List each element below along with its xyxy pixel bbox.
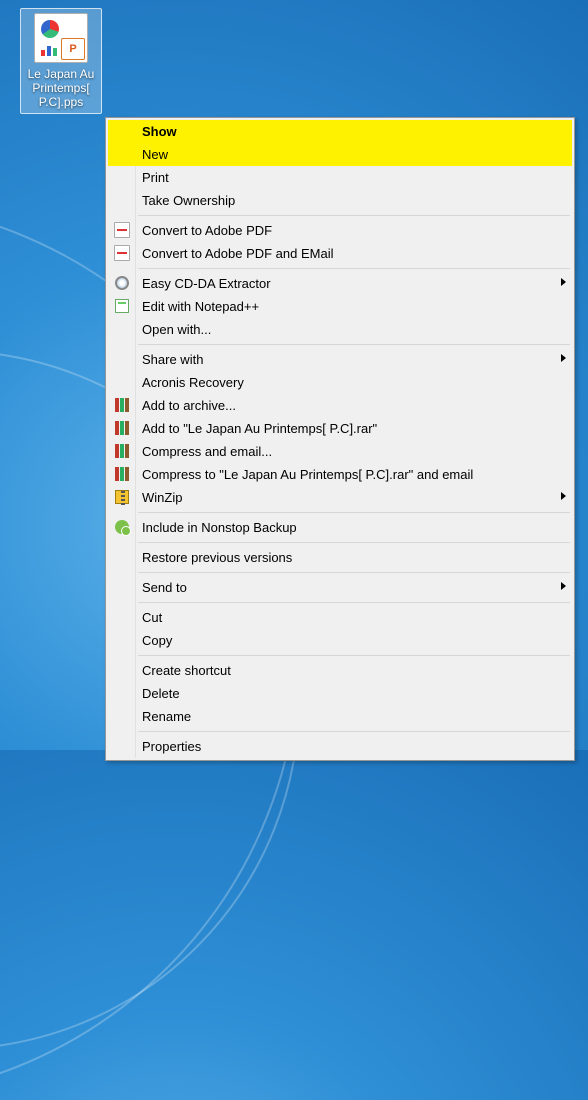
submenu-arrow-icon <box>561 582 566 590</box>
menu-separator <box>138 215 570 216</box>
menu-label: Acronis Recovery <box>142 375 244 390</box>
menu-convert-pdf-email[interactable]: Convert to Adobe PDF and EMail <box>108 242 572 265</box>
menu-label: Include in Nonstop Backup <box>142 520 297 535</box>
menu-share-with[interactable]: Share with <box>108 348 572 371</box>
submenu-arrow-icon <box>561 492 566 500</box>
archive-icon <box>114 443 130 459</box>
menu-send-to[interactable]: Send to <box>108 576 572 599</box>
menu-compress-email[interactable]: Compress and email... <box>108 440 572 463</box>
cd-icon <box>114 275 130 291</box>
menu-new[interactable]: New <box>108 143 572 166</box>
menu-label: Show <box>142 124 177 139</box>
file-thumb: P <box>34 13 88 63</box>
menu-take-ownership[interactable]: Take Ownership <box>108 189 572 212</box>
archive-icon <box>114 466 130 482</box>
pdf-icon <box>114 222 130 238</box>
menu-label: Open with... <box>142 322 211 337</box>
menu-separator <box>138 542 570 543</box>
menu-separator <box>138 655 570 656</box>
menu-label: Print <box>142 170 169 185</box>
menu-restore-prev[interactable]: Restore previous versions <box>108 546 572 569</box>
menu-add-to-rar[interactable]: Add to "Le Japan Au Printemps[ P.C].rar" <box>108 417 572 440</box>
menu-label: Cut <box>142 610 162 625</box>
archive-icon <box>114 420 130 436</box>
menu-label: Convert to Adobe PDF <box>142 223 272 238</box>
notepad-icon <box>114 298 130 314</box>
bars-icon <box>41 42 59 56</box>
menu-separator <box>138 344 570 345</box>
menu-open-with[interactable]: Open with... <box>108 318 572 341</box>
pdf-icon <box>114 245 130 261</box>
menu-label: Properties <box>142 739 201 754</box>
submenu-arrow-icon <box>561 354 566 362</box>
menu-compress-to-rar-email[interactable]: Compress to "Le Japan Au Printemps[ P.C]… <box>108 463 572 486</box>
menu-convert-pdf[interactable]: Convert to Adobe PDF <box>108 219 572 242</box>
context-menu: Show New Print Take Ownership Convert to… <box>105 117 575 761</box>
menu-easy-cd[interactable]: Easy CD-DA Extractor <box>108 272 572 295</box>
menu-separator <box>138 602 570 603</box>
menu-label: Compress and email... <box>142 444 272 459</box>
menu-show[interactable]: Show <box>108 120 572 143</box>
file-label: Le Japan Au Printemps[ P.C].pps <box>23 67 99 109</box>
menu-label: Send to <box>142 580 187 595</box>
menu-separator <box>138 512 570 513</box>
menu-separator <box>138 268 570 269</box>
menu-label: Restore previous versions <box>142 550 292 565</box>
menu-label: Easy CD-DA Extractor <box>142 276 271 291</box>
menu-edit-notepad[interactable]: Edit with Notepad++ <box>108 295 572 318</box>
submenu-arrow-icon <box>561 278 566 286</box>
menu-label: Convert to Adobe PDF and EMail <box>142 246 334 261</box>
menu-winzip[interactable]: WinZip <box>108 486 572 509</box>
powerpoint-overlay-icon: P <box>61 38 85 60</box>
menu-separator <box>138 572 570 573</box>
menu-nonstop-backup[interactable]: Include in Nonstop Backup <box>108 516 572 539</box>
menu-label: New <box>142 147 168 162</box>
menu-add-archive[interactable]: Add to archive... <box>108 394 572 417</box>
menu-label: Edit with Notepad++ <box>142 299 259 314</box>
menu-label: Take Ownership <box>142 193 235 208</box>
menu-label: Compress to "Le Japan Au Printemps[ P.C]… <box>142 467 473 482</box>
menu-label: Delete <box>142 686 180 701</box>
backup-icon <box>114 519 130 535</box>
menu-create-shortcut[interactable]: Create shortcut <box>108 659 572 682</box>
menu-label: Copy <box>142 633 172 648</box>
menu-print[interactable]: Print <box>108 166 572 189</box>
menu-label: Create shortcut <box>142 663 231 678</box>
menu-acronis[interactable]: Acronis Recovery <box>108 371 572 394</box>
menu-label: Add to archive... <box>142 398 236 413</box>
menu-delete[interactable]: Delete <box>108 682 572 705</box>
menu-copy[interactable]: Copy <box>108 629 572 652</box>
pie-icon <box>41 20 59 38</box>
menu-label: WinZip <box>142 490 182 505</box>
archive-icon <box>114 397 130 413</box>
menu-label: Share with <box>142 352 203 367</box>
winzip-icon <box>114 489 130 505</box>
menu-label: Rename <box>142 709 191 724</box>
menu-separator <box>138 731 570 732</box>
desktop-file-icon[interactable]: P Le Japan Au Printemps[ P.C].pps <box>20 8 102 114</box>
menu-rename[interactable]: Rename <box>108 705 572 728</box>
menu-properties[interactable]: Properties <box>108 735 572 758</box>
menu-label: Add to "Le Japan Au Printemps[ P.C].rar" <box>142 421 377 436</box>
menu-cut[interactable]: Cut <box>108 606 572 629</box>
